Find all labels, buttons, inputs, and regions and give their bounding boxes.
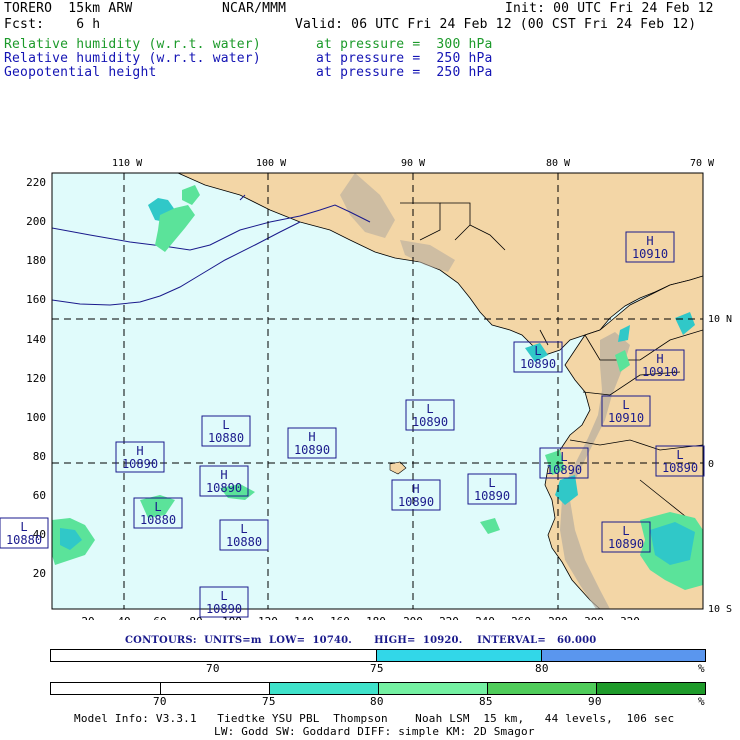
x-tick-label: 200 xyxy=(403,615,423,620)
center-value: 10890 xyxy=(412,415,448,429)
y-tick-label: 100 xyxy=(26,411,46,424)
x-tick-label: 320 xyxy=(620,615,640,620)
x-tick-label: 180 xyxy=(366,615,386,620)
legend-rh-250 xyxy=(50,649,706,662)
center-value: 10880 xyxy=(6,533,42,547)
center-value: 10890 xyxy=(520,357,556,371)
legend2-swatch-green xyxy=(488,683,597,694)
low-pressure-center: L10880 xyxy=(0,517,49,549)
center-type: H xyxy=(656,352,663,366)
center-type: H xyxy=(220,468,227,482)
model-info: Model Info: V3.3.1 Tiedtke YSU PBL Thomp… xyxy=(74,712,675,725)
physics-info: LW: Godd SW: Goddard DIFF: simple KM: 2D… xyxy=(214,725,535,738)
y-tick-label: 220 xyxy=(26,176,46,189)
center-value: 10890 xyxy=(294,443,330,457)
center-value: 10890 xyxy=(206,481,242,495)
center-type: H xyxy=(308,430,315,444)
center-type: L xyxy=(20,520,27,534)
lon-label-100w: 100 W xyxy=(256,158,287,169)
lon-label-110w: 110 W xyxy=(112,158,143,169)
center-type: L xyxy=(222,418,229,432)
center-type: L xyxy=(534,344,541,358)
legend-rh-300 xyxy=(50,682,706,695)
x-tick-label: 300 xyxy=(584,615,604,620)
legend2-label-70: 70 xyxy=(153,695,167,708)
lon-label-70w: 70 W xyxy=(690,158,715,169)
x-tick-label: 260 xyxy=(511,615,531,620)
center-type: H xyxy=(646,234,653,248)
x-tick-label: 140 xyxy=(294,615,314,620)
contour-info: CONTOURS: UNITS=m LOW= 10740. HIGH= 1092… xyxy=(125,635,597,646)
lon-label-80w: 80 W xyxy=(546,158,571,169)
legend2-label-85: 85 xyxy=(479,695,493,708)
legend2-swatch-teal xyxy=(270,683,379,694)
y-tick-label: 80 xyxy=(33,450,46,463)
legend2-label-90: 90 xyxy=(588,695,602,708)
y-tick-label: 180 xyxy=(26,254,46,267)
center-type: L xyxy=(676,448,683,462)
center-value: 10910 xyxy=(642,365,678,379)
x-tick-label: 40 xyxy=(117,615,130,620)
center-type: L xyxy=(220,589,227,603)
legend2-swatch-white-a xyxy=(51,683,161,694)
center-type: L xyxy=(622,524,629,538)
legend2-label-75: 75 xyxy=(262,695,276,708)
legend1-swatch-white xyxy=(51,650,377,661)
y-tick-label: 20 xyxy=(33,567,46,580)
x-tick-label: 240 xyxy=(475,615,495,620)
center-type: H xyxy=(136,444,143,458)
center-value: 10880 xyxy=(208,431,244,445)
center-value: 10890 xyxy=(474,489,510,503)
legend1-unit: % xyxy=(698,662,705,675)
x-tick-label: 20 xyxy=(81,615,94,620)
y-tick-label: 200 xyxy=(26,215,46,228)
x-tick-label: 160 xyxy=(330,615,350,620)
center-value: 10890 xyxy=(662,461,698,475)
center-type: H xyxy=(412,482,419,496)
center-value: 10890 xyxy=(206,602,242,616)
x-tick-label: 280 xyxy=(548,615,568,620)
center-value: 10910 xyxy=(632,247,668,261)
legend1-label-75: 75 xyxy=(370,662,384,675)
legend1-label-70: 70 xyxy=(206,662,220,675)
center-type: L xyxy=(154,500,161,514)
legend2-label-80: 80 xyxy=(370,695,384,708)
lon-label-90w: 90 W xyxy=(401,158,426,169)
center-value: 10890 xyxy=(608,537,644,551)
center-type: L xyxy=(240,522,247,536)
legend2-swatch-lightgreen xyxy=(379,683,488,694)
x-tick-label: 220 xyxy=(439,615,459,620)
center-type: L xyxy=(622,398,629,412)
center-type: L xyxy=(560,450,567,464)
lat-label-10s: 10 S xyxy=(708,604,732,615)
center-type: L xyxy=(426,402,433,416)
legend1-swatch-blue xyxy=(542,650,705,661)
y-tick-label: 60 xyxy=(33,489,46,502)
legend2-swatch-white-b xyxy=(161,683,270,694)
y-tick-label: 140 xyxy=(26,333,46,346)
y-tick-label: 160 xyxy=(26,293,46,306)
center-value: 10890 xyxy=(398,495,434,509)
center-value: 10880 xyxy=(226,535,262,549)
center-value: 10890 xyxy=(122,457,158,471)
legend1-swatch-cyan xyxy=(377,650,542,661)
lat-label-10n: 10 N xyxy=(708,314,732,325)
weather-map: 110 W 100 W 90 W 80 W 70 W 10 N 0 10 S 2… xyxy=(0,158,732,620)
lat-label-0: 0 xyxy=(708,459,714,470)
legend1-label-80: 80 xyxy=(535,662,549,675)
legend2-unit: % xyxy=(698,695,705,708)
legend2-swatch-darkgreen xyxy=(597,683,705,694)
center-value: 10890 xyxy=(546,463,582,477)
center-value: 10880 xyxy=(140,513,176,527)
x-tick-label: 60 xyxy=(153,615,166,620)
x-tick-label: 120 xyxy=(258,615,278,620)
center-value: 10910 xyxy=(608,411,644,425)
y-tick-label: 120 xyxy=(26,372,46,385)
center-type: L xyxy=(488,476,495,490)
